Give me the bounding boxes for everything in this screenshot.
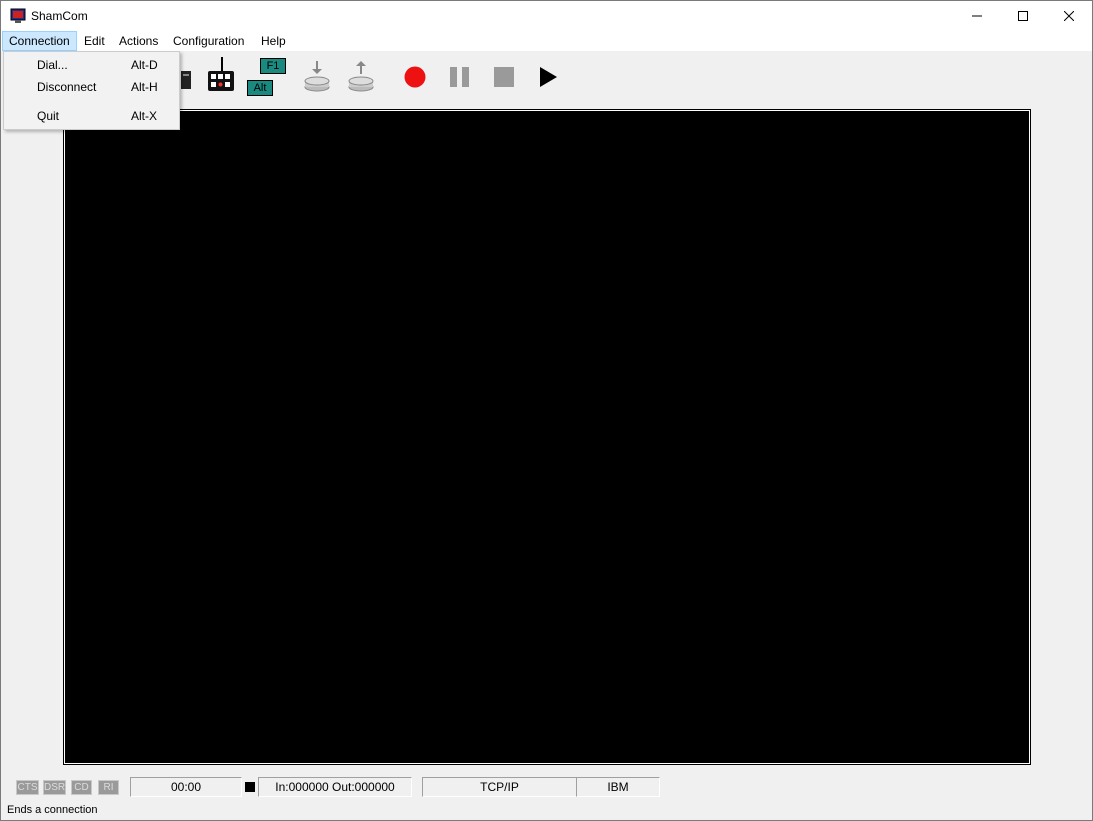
signal-cd: CD <box>71 780 92 795</box>
play-button[interactable] <box>539 67 559 90</box>
device-button[interactable] <box>179 69 193 94</box>
close-button[interactable] <box>1046 1 1092 31</box>
menu-item-label: Disconnect <box>37 80 97 94</box>
window-title: ShamCom <box>31 9 88 23</box>
menu-item-label: Quit <box>37 109 60 123</box>
title-bar: ShamCom <box>1 1 1092 31</box>
emulation-panel: IBM <box>576 777 660 797</box>
pause-button[interactable] <box>449 67 471 90</box>
menu-item-shortcut: Alt-X <box>131 109 158 123</box>
minimize-button[interactable] <box>954 1 1000 31</box>
f1-key-button[interactable]: F1 <box>260 58 286 74</box>
upload-icon <box>348 61 374 92</box>
menu-configuration[interactable]: Configuration <box>167 32 250 50</box>
minimize-icon <box>972 15 982 17</box>
keyboard-button[interactable] <box>206 55 238 98</box>
record-button[interactable] <box>404 66 426 91</box>
menu-item-shortcut: Alt-D <box>131 58 158 72</box>
maximize-button[interactable] <box>1000 1 1046 31</box>
signal-cts: CTS <box>16 780 39 795</box>
alt-key-button[interactable]: Alt <box>247 80 273 96</box>
play-icon <box>540 67 557 87</box>
signal-ri: RI <box>98 780 119 795</box>
menu-help[interactable]: Help <box>255 32 292 50</box>
menu-item-shortcut: Alt-H <box>131 80 158 94</box>
terminal-screen[interactable] <box>63 109 1031 765</box>
protocol-panel: TCP/IP <box>422 777 577 797</box>
app-icon <box>10 8 26 24</box>
menu-item-dial[interactable]: Dial... Alt-D <box>4 55 179 75</box>
activity-led <box>245 782 255 792</box>
keyboard-icon <box>208 57 234 91</box>
download-icon <box>304 61 330 92</box>
menu-item-disconnect[interactable]: Disconnect Alt-H <box>4 77 179 97</box>
menu-connection[interactable]: Connection <box>2 31 77 51</box>
menu-edit[interactable]: Edit <box>78 32 111 50</box>
status-hint: Ends a connection <box>7 804 98 816</box>
timer-panel: 00:00 <box>130 777 242 797</box>
connection-dropdown: Dial... Alt-D Disconnect Alt-H Quit Alt-… <box>3 51 180 130</box>
pause-icon <box>450 67 469 87</box>
menu-actions[interactable]: Actions <box>113 32 164 50</box>
f1-key-label: F1 <box>266 60 280 72</box>
upload-button[interactable] <box>347 59 375 96</box>
download-button[interactable] <box>303 59 331 96</box>
record-icon <box>404 66 426 88</box>
signal-dsr: DSR <box>43 780 66 795</box>
menu-item-quit[interactable]: Quit Alt-X <box>4 106 179 126</box>
stop-icon <box>494 67 514 87</box>
app-window: ShamCom Connection Edit Actions Configur… <box>0 0 1093 821</box>
close-icon <box>1064 11 1074 21</box>
maximize-icon <box>1018 11 1028 21</box>
stop-button[interactable] <box>493 67 515 90</box>
counters-panel: In:000000 Out:000000 <box>258 777 412 797</box>
alt-key-label: Alt <box>253 82 267 94</box>
menu-item-label: Dial... <box>37 58 68 72</box>
menu-bar: Connection Edit Actions Configuration He… <box>1 31 1092 51</box>
device-icon <box>181 71 191 89</box>
